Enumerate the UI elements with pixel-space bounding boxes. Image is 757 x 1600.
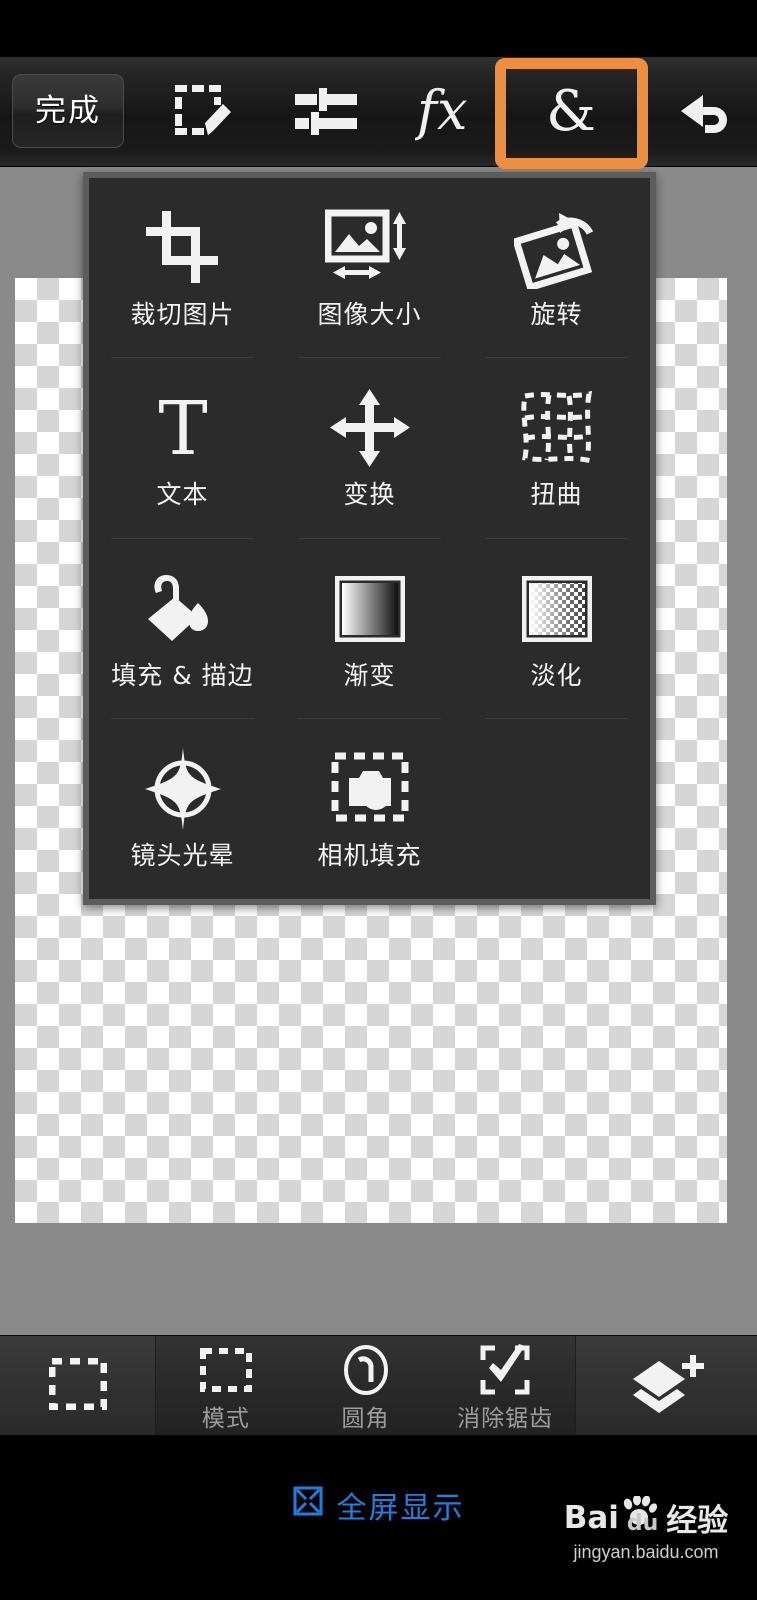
corner-radius-option-button[interactable]: 圆角 — [296, 1336, 436, 1435]
effects-tool-button[interactable]: fx — [400, 57, 496, 167]
gradient-square-icon — [334, 566, 405, 652]
menu-item-gradient[interactable]: 渐变 — [276, 539, 463, 719]
text-t-icon: T — [148, 385, 218, 471]
dashed-rect-pencil-icon — [174, 83, 236, 141]
draw-tool-button[interactable] — [155, 57, 255, 167]
adjust-tool-button[interactable] — [278, 57, 374, 167]
menu-item-label: 裁切图片 — [130, 300, 235, 330]
menu-item-label: 渐变 — [343, 660, 396, 690]
tools-menu-panel: 裁切图片 图像大小 旋转 T 文本 变换 扭曲 填充 & 描边 渐变 淡化 镜头… — [83, 172, 656, 905]
rotate-image-icon — [513, 205, 600, 291]
bottom-toolbar: 模式 圆角 消除锯齿 — [0, 1335, 757, 1435]
fade-checker-icon — [521, 566, 592, 652]
fx-icon: fx — [415, 81, 481, 143]
menu-item-transform[interactable]: 变换 — [276, 358, 463, 539]
menu-item-lens-flare[interactable]: 镜头光晕 — [89, 719, 276, 899]
footer: 全屏显示 Bai du 经验 jingyan.baidu.com — [0, 1435, 757, 1600]
svg-text:fx: fx — [415, 81, 467, 142]
lens-flare-icon — [143, 746, 223, 832]
crop-icon — [144, 205, 222, 291]
camera-fill-icon — [331, 746, 409, 832]
menu-item-fade[interactable]: 淡化 — [463, 539, 650, 719]
watermark-url: jingyan.baidu.com — [573, 1542, 719, 1562]
undo-arrow-icon — [673, 83, 733, 141]
dashed-rect-icon — [48, 1357, 107, 1414]
menu-item-label: 镜头光晕 — [130, 840, 235, 870]
tools-menu-button[interactable]: & — [506, 57, 636, 167]
layers-plus-icon — [627, 1353, 707, 1419]
menu-item-rotate[interactable]: 旋转 — [463, 178, 650, 359]
svg-text:T: T — [158, 392, 207, 464]
app-root: 完成 fx & 裁切图片 图像大小 旋转 T 文本 变换 扭曲 填充 & 描边 … — [0, 0, 757, 1600]
menu-item-fill-stroke[interactable]: 填充 & 描边 — [89, 539, 276, 719]
dashed-rect-icon — [199, 1342, 252, 1398]
antialias-check-icon — [479, 1342, 531, 1398]
watermark-suffix: 经验 — [666, 1503, 729, 1539]
sliders-icon — [295, 88, 357, 136]
add-layer-button[interactable] — [576, 1336, 757, 1435]
paint-bucket-icon — [142, 566, 224, 652]
menu-item-label: 淡化 — [530, 660, 583, 690]
menu-item-distort[interactable]: 扭曲 — [463, 358, 650, 539]
bottom-option-label: 模式 — [201, 1406, 250, 1432]
menu-item-label: 图像大小 — [317, 300, 422, 330]
watermark-logo: Bai du 经验 — [551, 1494, 741, 1540]
menu-item-label: 文本 — [156, 480, 209, 510]
bottom-options-group: 模式 圆角 消除锯齿 — [156, 1336, 575, 1435]
menu-item-image-size[interactable]: 图像大小 — [276, 178, 463, 359]
mode-option-button[interactable]: 模式 — [156, 1336, 296, 1435]
fullscreen-label: 全屏显示 — [336, 1491, 465, 1526]
watermark-brand: Bai — [563, 1499, 619, 1536]
selection-tool-button[interactable] — [0, 1336, 155, 1435]
menu-item-label: 扭曲 — [530, 480, 583, 510]
image-resize-icon — [324, 205, 415, 291]
rounded-corner-icon — [341, 1342, 391, 1398]
antialias-option-button[interactable]: 消除锯齿 — [435, 1336, 575, 1435]
done-button[interactable]: 完成 — [12, 74, 124, 148]
status-bar — [0, 0, 757, 57]
bottom-option-label: 圆角 — [341, 1406, 390, 1432]
watermark-brand2: du — [626, 1511, 659, 1536]
bottom-option-label: 消除锯齿 — [457, 1406, 554, 1432]
distort-mesh-icon — [519, 385, 595, 471]
move-arrows-icon — [329, 385, 410, 471]
menu-item-label: 相机填充 — [317, 840, 422, 870]
watermark: Bai du 经验 jingyan.baidu.com — [551, 1494, 741, 1563]
menu-item-camera-fill[interactable]: 相机填充 — [276, 719, 463, 899]
expand-icon — [293, 1486, 323, 1524]
menu-item-label: 旋转 — [530, 300, 583, 330]
menu-item-label: 变换 — [343, 480, 396, 510]
menu-item-text[interactable]: T 文本 — [89, 358, 276, 539]
menu-item-crop[interactable]: 裁切图片 — [89, 178, 276, 359]
undo-button[interactable] — [655, 57, 751, 167]
divider — [485, 717, 628, 719]
ampersand-icon: & — [546, 79, 596, 144]
menu-item-label: 填充 & 描边 — [111, 660, 254, 690]
top-toolbar: 完成 fx & — [0, 57, 757, 167]
